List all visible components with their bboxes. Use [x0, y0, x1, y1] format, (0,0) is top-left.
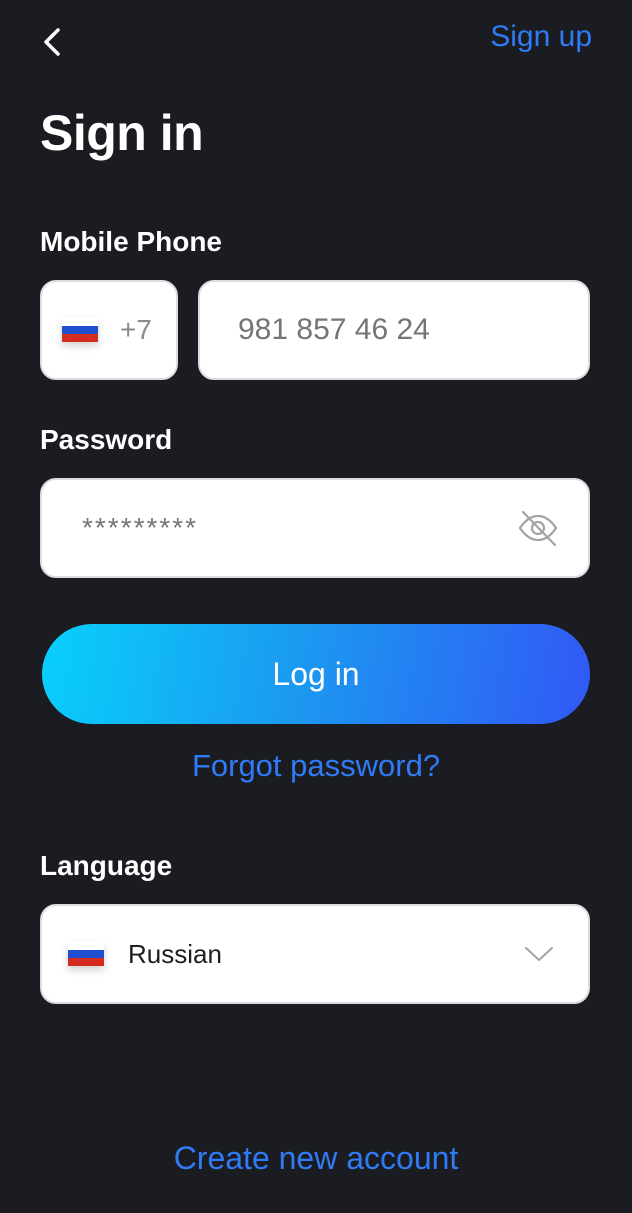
eye-off-icon: [518, 510, 558, 547]
chevron-down-icon: [525, 947, 553, 961]
password-label: Password: [40, 424, 173, 455]
language-label: Language: [40, 850, 173, 881]
login-button[interactable]: Log in: [42, 624, 590, 724]
password-field-container: [40, 478, 590, 578]
chevron-left-icon: [44, 28, 60, 56]
russia-flag-icon: [68, 942, 104, 966]
create-account-link[interactable]: Create new account: [0, 1140, 632, 1177]
phone-input[interactable]: [238, 282, 550, 378]
language-selected-value: Russian: [128, 938, 222, 969]
sign-up-link[interactable]: Sign up: [490, 20, 592, 54]
country-code-selector[interactable]: +7: [40, 280, 178, 380]
mobile-phone-label: Mobile Phone: [40, 226, 222, 257]
language-select[interactable]: Russian: [40, 904, 590, 1004]
back-button[interactable]: [30, 20, 74, 64]
country-code: +7: [120, 314, 152, 345]
password-input[interactable]: [82, 480, 516, 576]
password-visibility-toggle[interactable]: [516, 506, 560, 550]
forgot-password-link[interactable]: Forgot password?: [0, 748, 632, 784]
page-title: Sign in: [40, 105, 204, 161]
russia-flag-icon: [62, 318, 98, 342]
phone-field-container: [198, 280, 590, 380]
